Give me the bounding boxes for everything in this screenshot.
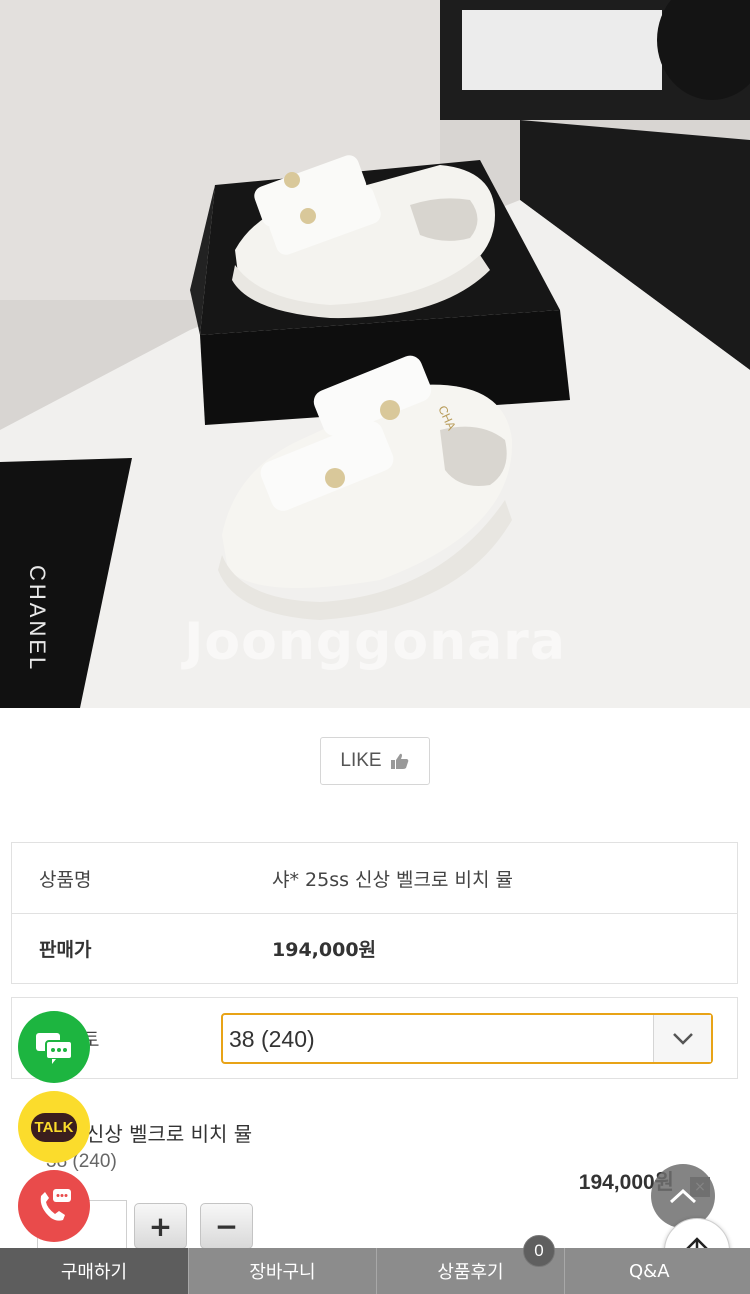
- price-label: 판매가: [39, 939, 92, 961]
- quantity-plus-button[interactable]: +: [134, 1203, 187, 1249]
- watermark-text: Joonggonara: [184, 612, 566, 672]
- product-photo: CHANEL CHA Joonggonara: [0, 0, 750, 708]
- thumbs-up-icon: [390, 753, 408, 769]
- call-button[interactable]: [18, 1170, 90, 1242]
- option-select-value: 38 (240): [229, 1026, 315, 1052]
- price-value: 194,000원: [272, 939, 377, 961]
- chevron-up-icon: [669, 1188, 697, 1204]
- review-count-badge: 0: [523, 1235, 555, 1267]
- tab-buy-label: 구매하기: [60, 1262, 128, 1283]
- product-name-value: 샤* 25ss 신상 벨크로 비치 뮬: [272, 868, 513, 891]
- like-label: LIKE: [340, 750, 382, 771]
- chat-button[interactable]: [18, 1011, 90, 1083]
- like-button[interactable]: LIKE: [320, 737, 430, 785]
- tab-buy[interactable]: 구매하기: [0, 1248, 188, 1294]
- product-name-label: 상품명: [39, 868, 92, 891]
- option-select[interactable]: 38 (240): [221, 1013, 713, 1064]
- quantity-minus-button[interactable]: −: [200, 1203, 253, 1249]
- tab-reviews-label: 상품후기: [437, 1262, 504, 1283]
- tab-cart[interactable]: 장바구니: [188, 1248, 376, 1294]
- product-photo-illustration: CHANEL CHA: [0, 0, 750, 708]
- info-row-name: 상품명 샤* 25ss 신상 벨크로 비치 뮬: [12, 843, 737, 913]
- product-info-table: 상품명 샤* 25ss 신상 벨크로 비치 뮬 판매가 194,000원: [11, 842, 738, 984]
- talk-label: TALK: [30, 1112, 78, 1142]
- tab-qna-label: Q&A: [629, 1260, 670, 1282]
- tab-cart-label: 장바구니: [249, 1262, 316, 1283]
- chat-bubble-icon: [36, 1033, 73, 1064]
- phone-icon: [40, 1189, 71, 1221]
- option-row: 토 38 (240): [11, 997, 738, 1079]
- kakao-talk-button[interactable]: TALK: [18, 1091, 90, 1163]
- info-row-price: 판매가 194,000원: [12, 913, 737, 983]
- tab-reviews[interactable]: 상품후기 0: [376, 1235, 564, 1294]
- chevron-down-icon[interactable]: [653, 1015, 711, 1062]
- bottom-tab-bar: 구매하기 장바구니 상품후기 0 Q&A: [0, 1235, 750, 1294]
- tab-qna[interactable]: Q&A: [564, 1248, 750, 1294]
